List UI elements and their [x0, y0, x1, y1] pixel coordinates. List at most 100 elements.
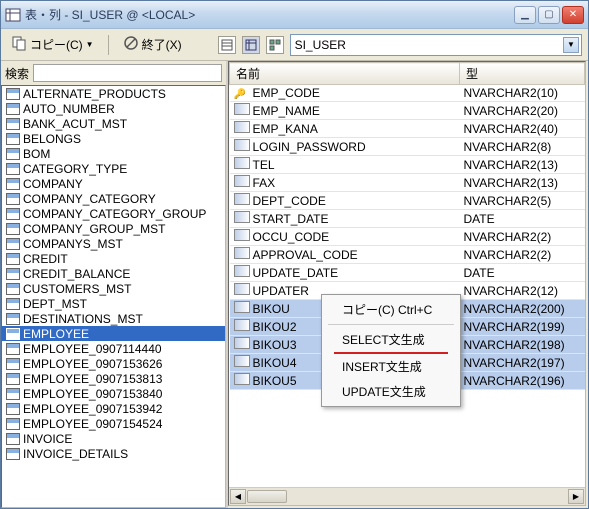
- tree-item-label: AUTO_NUMBER: [23, 102, 115, 116]
- tree-item[interactable]: CUSTOMERS_MST: [2, 281, 225, 296]
- tree-item[interactable]: EMPLOYEE_0907153813: [2, 371, 225, 386]
- column-icon: [234, 139, 250, 151]
- titlebar: 表・列 - SI_USER @ <LOCAL> ▁ ▢ ✕: [1, 1, 588, 29]
- cell-name: BIKOU2: [253, 320, 297, 334]
- copy-label: コピー(C): [30, 36, 83, 53]
- tree-item[interactable]: CREDIT: [2, 251, 225, 266]
- tree-item[interactable]: COMPANY: [2, 176, 225, 191]
- horizontal-scrollbar[interactable]: ◀ ▶: [229, 487, 585, 505]
- tree-item-label: EMPLOYEE: [23, 327, 89, 341]
- tree-item-label: INVOICE: [23, 432, 72, 446]
- tree-item[interactable]: EMPLOYEE_0907153840: [2, 386, 225, 401]
- tree-item[interactable]: DEPT_MST: [2, 296, 225, 311]
- cell-type: NVARCHAR2(197): [460, 354, 585, 372]
- view-mode-1-button[interactable]: [218, 36, 236, 54]
- table-icon: [6, 178, 20, 190]
- minimize-button[interactable]: ▁: [514, 6, 536, 24]
- table-row[interactable]: UPDATE_DATEDATE: [230, 264, 585, 282]
- table-icon: [6, 118, 20, 130]
- table-icon: [6, 163, 20, 175]
- menu-select-gen[interactable]: SELECT文生成: [324, 327, 458, 352]
- tree-item[interactable]: EMPLOYEE_0907114440: [2, 341, 225, 356]
- tree-item-label: INVOICE_DETAILS: [23, 447, 128, 461]
- column-grid[interactable]: 名前 型 EMP_CODE NVARCHAR2(10)EMP_NAMENVARCH…: [229, 62, 585, 487]
- table-row[interactable]: APPROVAL_CODENVARCHAR2(2): [230, 246, 585, 264]
- scroll-right-arrow-icon[interactable]: ▶: [568, 489, 584, 504]
- column-header-name[interactable]: 名前: [230, 63, 460, 85]
- column-icon: [234, 211, 250, 223]
- tree-item-label: COMPANY_CATEGORY: [23, 192, 156, 206]
- schema-combo-value: SI_USER: [295, 38, 346, 52]
- tree-item[interactable]: COMPANY_GROUP_MST: [2, 221, 225, 236]
- table-row[interactable]: FAXNVARCHAR2(13): [230, 174, 585, 192]
- cell-type: NVARCHAR2(196): [460, 372, 585, 390]
- tree-item[interactable]: ALTERNATE_PRODUCTS: [2, 86, 225, 101]
- tree-item[interactable]: BANK_ACUT_MST: [2, 116, 225, 131]
- table-row[interactable]: START_DATEDATE: [230, 210, 585, 228]
- column-header-type[interactable]: 型: [460, 63, 585, 85]
- cell-name: BIKOU: [253, 302, 290, 316]
- column-icon: [234, 229, 250, 241]
- tree-item-label: EMPLOYEE_0907153840: [23, 387, 162, 401]
- copy-button[interactable]: コピー(C) ▼: [7, 33, 98, 56]
- tree-item[interactable]: AUTO_NUMBER: [2, 101, 225, 116]
- tree-item[interactable]: EMPLOYEE: [2, 326, 225, 341]
- tree-item[interactable]: BOM: [2, 146, 225, 161]
- end-button[interactable]: 終了(X): [119, 33, 186, 56]
- table-icon: [6, 328, 20, 340]
- table-row[interactable]: LOGIN_PASSWORDNVARCHAR2(8): [230, 138, 585, 156]
- tree-item[interactable]: EMPLOYEE_0907154524: [2, 416, 225, 431]
- tree-item[interactable]: COMPANYS_MST: [2, 236, 225, 251]
- table-row[interactable]: EMP_NAMENVARCHAR2(20): [230, 102, 585, 120]
- table-row[interactable]: TELNVARCHAR2(13): [230, 156, 585, 174]
- cell-type: NVARCHAR2(5): [460, 192, 585, 210]
- tree-item[interactable]: INVOICE: [2, 431, 225, 446]
- toolbar: コピー(C) ▼ 終了(X) SI_USER ▼: [1, 29, 588, 61]
- column-icon: [234, 373, 250, 385]
- table-row[interactable]: OCCU_CODENVARCHAR2(2): [230, 228, 585, 246]
- tree-item[interactable]: COMPANY_CATEGORY: [2, 191, 225, 206]
- tree-item-label: DESTINATIONS_MST: [23, 312, 143, 326]
- tree-item[interactable]: CATEGORY_TYPE: [2, 161, 225, 176]
- table-icon: [6, 418, 20, 430]
- tree-item[interactable]: BELONGS: [2, 131, 225, 146]
- tree-item[interactable]: INVOICE_DETAILS: [2, 446, 225, 461]
- table-icon: [6, 88, 20, 100]
- tree-item[interactable]: EMPLOYEE_0907153942: [2, 401, 225, 416]
- copy-icon: [11, 35, 27, 54]
- close-button[interactable]: ✕: [562, 6, 584, 24]
- menu-separator: [328, 324, 454, 325]
- tree-item-label: EMPLOYEE_0907153942: [23, 402, 162, 416]
- tree-item[interactable]: CREDIT_BALANCE: [2, 266, 225, 281]
- menu-copy[interactable]: コピー(C) Ctrl+C: [324, 297, 458, 322]
- table-icon: [6, 358, 20, 370]
- maximize-button[interactable]: ▢: [538, 6, 560, 24]
- schema-combo[interactable]: SI_USER ▼: [290, 34, 582, 56]
- column-icon: [234, 121, 250, 133]
- table-row[interactable]: EMP_CODE NVARCHAR2(10): [230, 85, 585, 102]
- menu-update-gen[interactable]: UPDATE文生成: [324, 379, 458, 404]
- cell-type: NVARCHAR2(40): [460, 120, 585, 138]
- table-icon: [6, 103, 20, 115]
- cell-name: EMP_CODE: [253, 86, 320, 100]
- dropdown-arrow-icon: ▼: [86, 40, 94, 49]
- table-tree[interactable]: ALTERNATE_PRODUCTSAUTO_NUMBERBANK_ACUT_M…: [1, 85, 226, 508]
- table-row[interactable]: DEPT_CODENVARCHAR2(5): [230, 192, 585, 210]
- table-icon: [6, 223, 20, 235]
- cell-type: NVARCHAR2(200): [460, 300, 585, 318]
- tree-item[interactable]: EMPLOYEE_0907153626: [2, 356, 225, 371]
- column-icon: [234, 265, 250, 277]
- view-mode-2-button[interactable]: [242, 36, 260, 54]
- scroll-left-arrow-icon[interactable]: ◀: [230, 489, 246, 504]
- tree-item-label: CUSTOMERS_MST: [23, 282, 131, 296]
- cell-type: NVARCHAR2(10): [460, 85, 585, 102]
- tree-item[interactable]: COMPANY_CATEGORY_GROUP: [2, 206, 225, 221]
- table-row[interactable]: EMP_KANANVARCHAR2(40): [230, 120, 585, 138]
- menu-insert-gen[interactable]: INSERT文生成: [324, 354, 458, 379]
- search-input[interactable]: [33, 64, 222, 82]
- table-icon: [6, 433, 20, 445]
- scroll-thumb[interactable]: [247, 490, 287, 503]
- cell-name: BIKOU3: [253, 338, 297, 352]
- tree-item[interactable]: DESTINATIONS_MST: [2, 311, 225, 326]
- view-mode-3-button[interactable]: [266, 36, 284, 54]
